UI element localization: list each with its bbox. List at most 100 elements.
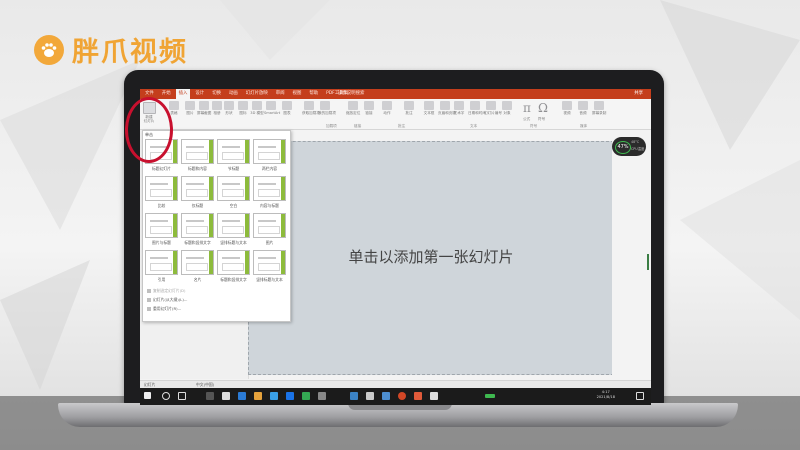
ribbon-label-symbol: 符号 [538,117,546,121]
powerpoint-icon[interactable] [398,392,406,400]
ribbon-video-button[interactable]: 视频 [560,101,574,116]
layout-option[interactable]: 竖排标题与文本 [253,250,286,288]
tab-7[interactable]: 审阅 [273,89,288,99]
ribbon-myaddin-button[interactable]: 我的加载项 [318,101,336,116]
app-icon-13[interactable] [414,392,422,400]
ribbon-action-button[interactable]: 动作 [380,101,394,116]
search-icon[interactable] [162,392,170,400]
app-icon-9[interactable] [350,392,358,400]
app-icon-14[interactable] [430,392,438,400]
app-icon-2[interactable] [222,392,230,400]
app-icon-4[interactable] [254,392,262,400]
layout-box [186,189,208,197]
ribbon-date-button[interactable]: 日期和时间 [468,101,486,116]
layout-option[interactable]: 节标题 [217,139,250,177]
layout-label: 名片 [193,277,202,282]
layout-option[interactable]: 名片 [181,250,214,288]
ribbon-icons-button[interactable]: 图标 [236,101,250,116]
layout-option[interactable]: 比较 [145,176,178,214]
ribbon-record-button[interactable]: 屏幕录制 [592,101,606,116]
layout-thumbnail [181,213,214,238]
tab-8[interactable]: 视图 [290,89,305,99]
app-icon-1[interactable] [206,392,214,400]
menu-action[interactable]: 幻灯片(从大纲)(L)... [147,295,187,304]
layout-option[interactable]: 竖排标题与文本 [217,213,250,251]
audio-icon [578,101,588,110]
layout-accent [245,214,249,237]
windows-taskbar: 4:17 2021/8/18 [140,388,651,405]
ribbon-smartart-button[interactable]: SmartArt [264,101,280,115]
ribbon-link-button[interactable]: 链接 [362,101,376,116]
brand-name: 胖爪视频 [72,37,188,68]
layout-option[interactable]: 图片 [253,213,286,251]
tell-me-search[interactable]: 操作说明搜索 [338,89,364,99]
share-button[interactable]: 共享 [634,89,643,99]
layout-thumbnail [217,250,250,275]
ribbon-audio-button[interactable]: 音频 [576,101,590,116]
layout-label: 标题和竖排文字 [184,240,211,245]
layout-accent [281,177,285,200]
tab-6[interactable]: 幻灯片放映 [243,89,271,99]
app-icon-5[interactable] [270,392,278,400]
ribbon-shapes-button[interactable]: 形状 [222,101,236,116]
ribbon-object-button[interactable]: 对象 [500,101,514,116]
layout-thumbnail [145,176,178,201]
menu-action-label: 复制选定幻灯片(D) [153,287,186,293]
layout-line [258,183,276,185]
icons-icon [238,101,248,110]
layout-box [222,189,244,197]
slide-canvas[interactable]: 单击以添加第一张幻灯片 [248,141,614,375]
ribbon-number-button[interactable]: 幻灯片编号 [484,101,502,116]
taskbar-clock[interactable]: 4:17 2021/8/18 [597,390,615,400]
layout-accent [209,251,213,274]
notification-icon[interactable] [636,392,644,400]
tab-2[interactable]: 插入 [175,89,191,99]
shapes-icon [224,101,234,110]
ribbon-textbox-button[interactable]: 文本框 [422,101,436,116]
layout-option[interactable]: 图片与标题 [145,213,178,251]
ribbon-group-label: 链接 [354,124,362,128]
app-icon-8[interactable] [318,392,326,400]
app-icon-6[interactable] [286,392,294,400]
textbox-icon [424,101,434,110]
layout-option[interactable]: 内容与标题 [253,176,286,214]
battery-icon[interactable] [485,394,495,398]
app-icon-10[interactable] [366,392,374,400]
tab-3[interactable]: 设计 [192,89,207,99]
ribbon-chart-button[interactable]: 图表 [280,101,294,116]
app-icon-3[interactable] [238,392,246,400]
layout-option[interactable]: 标题和内容 [181,139,214,177]
ribbon-wordart-button[interactable]: 艺术字 [452,101,466,116]
layout-label: 图片与标题 [152,240,171,245]
ribbon-label: 屏幕录制 [592,111,607,115]
ribbon-3d-button[interactable]: 3D 模型 [250,101,264,116]
layout-option[interactable]: 引用 [145,250,178,288]
app-icon-7[interactable] [302,392,310,400]
ribbon-image-button[interactable]: 图片 [183,101,197,116]
tab-1[interactable]: 开始 [159,89,174,99]
ribbon-screenshot-button[interactable]: 屏幕截图 [197,101,211,116]
vertical-scrollbar[interactable] [647,254,649,270]
date-icon [470,101,480,110]
ribbon-header-button[interactable]: 页眉和页脚 [438,101,456,116]
ribbon-zoom-button[interactable]: 缩放定位 [346,101,360,116]
layout-box [150,263,172,271]
menu-action[interactable]: 重用幻灯片(R)... [147,304,187,313]
layout-option[interactable]: 两栏内容 [253,139,286,177]
layout-line [186,183,204,185]
link-icon [364,101,374,110]
taskview-icon[interactable] [178,392,186,400]
ribbon-addin-button[interactable]: 获取加载项 [302,101,320,116]
layout-option[interactable]: 空白 [217,176,250,214]
tab-9[interactable]: 帮助 [306,89,321,99]
layout-option[interactable]: 标题和竖排文字 [181,213,214,251]
layout-option[interactable]: 标题和竖排文字 [217,250,250,288]
add-first-slide-placeholder[interactable]: 单击以添加第一张幻灯片 [249,246,613,267]
tab-4[interactable]: 切换 [209,89,224,99]
layout-option[interactable]: 仅标题 [181,176,214,214]
ribbon-comment-button[interactable]: 批注 [402,101,416,116]
tab-5[interactable]: 动画 [226,89,241,99]
windows-start-icon[interactable] [144,392,151,399]
cpu-temp: 48°C [631,140,640,144]
app-icon-11[interactable] [382,392,390,400]
